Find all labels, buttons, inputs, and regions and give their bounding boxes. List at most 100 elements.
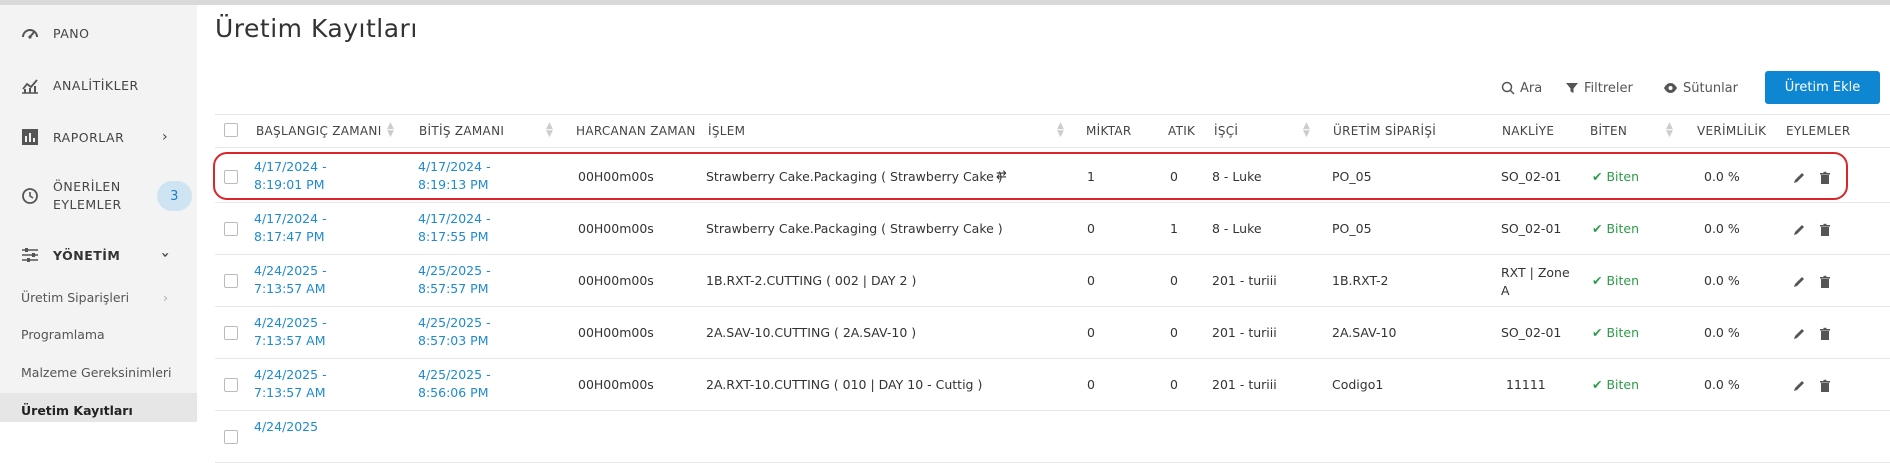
column-header-process[interactable]: İŞLEM bbox=[708, 115, 745, 147]
delete-icon[interactable] bbox=[1818, 274, 1832, 288]
status-badge: ✔ Biten bbox=[1592, 273, 1639, 288]
highlight-box bbox=[213, 152, 1848, 200]
select-all-checkbox[interactable] bbox=[224, 123, 238, 137]
column-header-order[interactable]: ÜRETİM SİPARİŞİ bbox=[1333, 115, 1436, 147]
sidebar-item-analitikler[interactable]: ANALİTİKLER bbox=[0, 75, 197, 95]
column-header-elapsed[interactable]: HARCANAN ZAMAN bbox=[576, 115, 696, 147]
efficiency: 0.0 % bbox=[1704, 377, 1740, 392]
quantity: 0 bbox=[1087, 221, 1095, 236]
worker: 8 - Luke bbox=[1212, 221, 1262, 236]
chevron-down-icon: › bbox=[157, 251, 174, 259]
search-button[interactable]: Ara bbox=[1501, 78, 1542, 98]
reports-icon bbox=[22, 129, 38, 145]
quantity: 0 bbox=[1087, 377, 1095, 392]
production-order: 2A.SAV-10 bbox=[1332, 325, 1397, 340]
shipping: 11111 bbox=[1506, 377, 1546, 392]
process-name: 2A.SAV-10.CUTTING ( 2A.SAV-10 ) bbox=[706, 325, 917, 340]
worker: 201 - turiii bbox=[1212, 273, 1277, 288]
sort-icon[interactable]: ▲ ▼ bbox=[546, 122, 553, 139]
column-header-actions: EYLEMLER bbox=[1786, 124, 1851, 138]
waste: 1 bbox=[1170, 221, 1178, 236]
status-badge: ✔ Biten bbox=[1592, 377, 1639, 392]
column-header-end[interactable]: BİTİŞ ZAMANI bbox=[419, 115, 504, 147]
dashboard-icon bbox=[22, 29, 38, 39]
column-header-quantity[interactable]: MİKTAR bbox=[1086, 115, 1132, 147]
status-label: Biten bbox=[1606, 221, 1640, 236]
row-checkbox[interactable] bbox=[224, 222, 238, 236]
elapsed-time: 00H00m00s bbox=[578, 377, 654, 392]
edit-icon[interactable] bbox=[1792, 326, 1806, 340]
check-icon: ✔ bbox=[1592, 325, 1603, 340]
column-header-finished[interactable]: BİTEN bbox=[1590, 115, 1627, 147]
end-time-link[interactable]: 4/17/2024 - 8:17:55 PM bbox=[418, 210, 508, 246]
worker: 201 - turiii bbox=[1212, 377, 1277, 392]
analytics-icon bbox=[22, 79, 38, 94]
edit-icon[interactable] bbox=[1792, 274, 1806, 288]
column-header-start[interactable]: BAŞLANGIÇ ZAMANI bbox=[256, 115, 382, 147]
row-checkbox[interactable] bbox=[224, 274, 238, 288]
eye-icon bbox=[1664, 83, 1677, 93]
delete-icon[interactable] bbox=[1818, 326, 1832, 340]
sidebar-subitem-programlama[interactable]: Programlama bbox=[21, 327, 105, 342]
process-name: 1B.RXT-2.CUTTING ( 002 | DAY 2 ) bbox=[706, 273, 917, 288]
edit-icon[interactable] bbox=[1792, 378, 1806, 392]
chevron-right-icon: › bbox=[163, 290, 168, 305]
start-time-link[interactable]: 4/17/2024 - 8:17:47 PM bbox=[254, 210, 344, 246]
status-badge: ✔ Biten bbox=[1592, 221, 1639, 236]
sidebar-item-raporlar[interactable]: RAPORLAR › bbox=[0, 127, 197, 147]
check-icon: ✔ bbox=[1592, 273, 1603, 288]
sort-icon[interactable]: ▲ ▼ bbox=[1303, 122, 1310, 139]
filters-button[interactable]: Filtreler bbox=[1565, 78, 1633, 98]
quantity: 0 bbox=[1087, 325, 1095, 340]
column-header-shipping[interactable]: NAKLİYE bbox=[1502, 115, 1554, 147]
efficiency: 0.0 % bbox=[1704, 325, 1740, 340]
sidebar-subitem-uretim-siparisleri[interactable]: Üretim Siparişleri › bbox=[21, 290, 168, 305]
history-icon bbox=[22, 188, 38, 204]
process-name: Strawberry Cake.Packaging ( Strawberry C… bbox=[706, 221, 1003, 236]
sort-icon[interactable]: ▲ ▼ bbox=[1666, 122, 1673, 139]
sidebar-item-label: RAPORLAR bbox=[53, 129, 125, 145]
table-row[interactable] bbox=[215, 411, 1890, 463]
production-order: PO_05 bbox=[1332, 221, 1372, 236]
sliders-icon bbox=[22, 248, 38, 262]
end-time-link[interactable]: 4/25/2025 - 8:57:03 PM bbox=[418, 314, 508, 350]
efficiency: 0.0 % bbox=[1704, 273, 1740, 288]
row-checkbox[interactable] bbox=[224, 326, 238, 340]
sidebar-item-label: YÖNETİM bbox=[53, 247, 121, 263]
status-badge: ✔ Biten bbox=[1592, 325, 1639, 340]
row-checkbox[interactable] bbox=[224, 378, 238, 392]
start-time-link[interactable]: 4/24/2025 bbox=[254, 418, 344, 436]
column-header-efficiency[interactable]: VERİMLİLİK bbox=[1697, 115, 1766, 147]
sort-icon[interactable]: ▲ ▼ bbox=[1057, 122, 1064, 139]
sort-icon[interactable]: ▲ ▼ bbox=[387, 122, 394, 139]
sidebar-item-onerilen-eylemler[interactable]: ÖNERİLEN EYLEMLER 3 bbox=[0, 178, 197, 214]
end-time-link[interactable]: 4/25/2025 - 8:57:57 PM bbox=[418, 262, 508, 298]
edit-icon[interactable] bbox=[1792, 222, 1806, 236]
delete-icon[interactable] bbox=[1818, 378, 1832, 392]
sidebar-item-yonetim[interactable]: YÖNETİM › bbox=[0, 245, 197, 265]
column-header-waste[interactable]: ATIK bbox=[1168, 115, 1195, 147]
search-icon bbox=[1501, 81, 1515, 95]
end-time-link[interactable]: 4/25/2025 - 8:56:06 PM bbox=[418, 366, 508, 402]
process-name: 2A.RXT-10.CUTTING ( 010 | DAY 10 - Cutti… bbox=[706, 377, 983, 392]
row-checkbox[interactable] bbox=[224, 430, 238, 444]
sidebar-item-label: ANALİTİKLER bbox=[53, 77, 139, 93]
sidebar: PANO ANALİTİKLER RAPORLAR › ÖNERİLEN EYLE… bbox=[0, 5, 197, 422]
start-time-link[interactable]: 4/24/2025 - 7:13:57 AM bbox=[254, 262, 344, 298]
column-header-worker[interactable]: İŞÇİ bbox=[1214, 115, 1238, 147]
production-order: 1B.RXT-2 bbox=[1332, 273, 1389, 288]
shipping: RXT | Zone A bbox=[1501, 265, 1570, 298]
sidebar-item-pano[interactable]: PANO bbox=[0, 23, 197, 43]
start-time-link[interactable]: 4/24/2025 - 7:13:57 AM bbox=[254, 366, 344, 402]
status-label: Biten bbox=[1606, 273, 1640, 288]
sidebar-subitem-malzeme-gereksinimleri[interactable]: Malzeme Gereksinimleri bbox=[21, 365, 172, 380]
sidebar-subitem-uretim-kayitlari[interactable]: Üretim Kayıtları bbox=[21, 403, 133, 418]
elapsed-time: 00H00m00s bbox=[578, 221, 654, 236]
waste: 0 bbox=[1170, 377, 1178, 392]
start-time-link[interactable]: 4/24/2025 - 7:13:57 AM bbox=[254, 314, 344, 350]
shipping: SO_02-01 bbox=[1501, 325, 1562, 340]
add-production-button[interactable]: Üretim Ekle bbox=[1765, 71, 1880, 104]
shipping: SO_02-01 bbox=[1501, 221, 1562, 236]
columns-button[interactable]: Sütunlar bbox=[1663, 78, 1738, 98]
delete-icon[interactable] bbox=[1818, 222, 1832, 236]
